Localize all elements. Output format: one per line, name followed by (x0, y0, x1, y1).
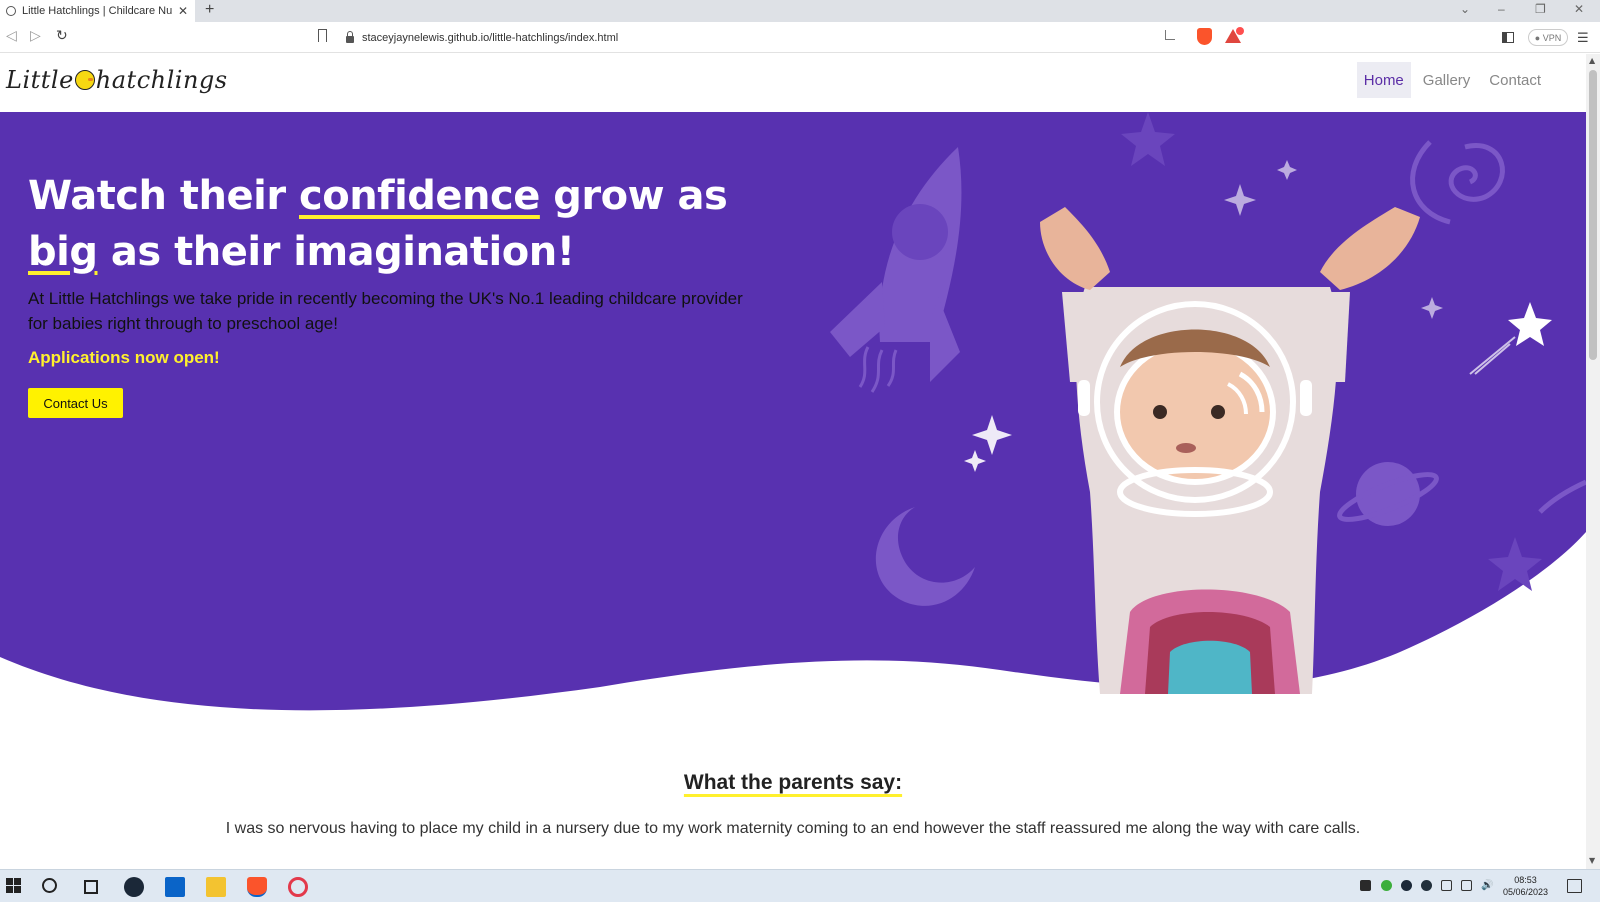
nav-home[interactable]: Home (1356, 62, 1411, 98)
comet-trail-icon (1538, 479, 1586, 514)
url-text[interactable]: staceyjaynelewis.github.io/little-hatchl… (362, 32, 618, 44)
scroll-down-icon[interactable]: ▼ (1589, 856, 1595, 865)
shooting-star-icon (1469, 302, 1552, 375)
minimize-button[interactable]: – (1498, 2, 1505, 16)
app-tray-icon[interactable] (1421, 880, 1432, 891)
scroll-up-icon[interactable]: ▲ (1589, 56, 1595, 65)
reload-icon[interactable]: ↻ (56, 28, 68, 44)
globe-icon (6, 6, 16, 16)
brave-shields-icon[interactable] (1197, 28, 1212, 45)
sparkle-icon (1277, 160, 1297, 180)
share-icon[interactable] (1165, 30, 1175, 40)
lock-icon[interactable] (346, 31, 354, 43)
xbox-tray-icon[interactable] (1381, 880, 1392, 891)
testimonials-title-text: What the parents say: (683, 771, 903, 794)
faded-star-icon (1121, 112, 1175, 166)
notifications-icon[interactable] (1567, 879, 1582, 893)
hero-heading: Watch their confidence grow as big as th… (28, 168, 768, 280)
hero-description: At Little Hatchlings we take pride in re… (28, 289, 743, 333)
new-tab-button[interactable]: + (205, 1, 214, 19)
heading-highlight-big: big (28, 229, 98, 275)
logo-text-right: hatchlings (95, 66, 228, 94)
scrollbar-thumb[interactable] (1589, 70, 1597, 360)
planet-icon (1337, 462, 1439, 526)
applications-notice: Applications now open! (28, 348, 220, 367)
heading-highlight-confidence: confidence (299, 173, 540, 219)
sparkle-icon (1224, 184, 1256, 216)
nav-contact[interactable]: Contact (1482, 62, 1548, 98)
network-tray-icon[interactable] (1461, 880, 1472, 891)
brave-browser-icon[interactable] (247, 877, 267, 897)
notification-badge (1236, 27, 1244, 35)
steam-icon[interactable] (124, 877, 144, 897)
page-scrollbar[interactable]: ▲ ▼ (1586, 54, 1600, 869)
page-viewport: Little hatchlings Home Gallery Contact W… (0, 54, 1586, 869)
heading-text: Watch their (28, 173, 300, 219)
swirl-arc-icon (1410, 140, 1451, 225)
logo-text-left: Little (6, 66, 74, 94)
testimonials-title: What the parents say: (0, 771, 1586, 795)
windows-start-icon[interactable] (6, 877, 26, 897)
search-icon[interactable] (42, 878, 57, 893)
moon-icon (875, 507, 975, 606)
windows-taskbar: 🔊 08:53 05/06/2023 (0, 869, 1600, 902)
testimonial-quote: I was so nervous having to place my chil… (225, 820, 1361, 837)
restore-button[interactable]: ❐ (1535, 2, 1546, 16)
testimonials-section: What the parents say: I was so nervous h… (0, 722, 1586, 869)
close-window-button[interactable]: ✕ (1574, 2, 1584, 16)
forward-icon[interactable]: ▷ (30, 28, 41, 44)
opera-icon[interactable] (288, 877, 308, 897)
task-view-icon[interactable] (84, 880, 98, 894)
clock[interactable]: 08:53 05/06/2023 (1503, 874, 1548, 898)
menu-icon[interactable]: ☰ (1577, 31, 1589, 46)
site-logo[interactable]: Little hatchlings (6, 66, 228, 94)
tab-close-icon[interactable]: ✕ (178, 4, 188, 18)
security-tray-icon[interactable] (1441, 880, 1452, 891)
tab-title: Little Hatchlings | Childcare Nurse (22, 5, 172, 17)
browser-tab-bar: Little Hatchlings | Childcare Nurse ✕ + … (0, 0, 1600, 22)
sparkle-icon (964, 450, 986, 472)
nav-gallery[interactable]: Gallery (1416, 62, 1478, 98)
site-header: Little hatchlings Home Gallery Contact (0, 54, 1586, 112)
bookmark-icon[interactable] (318, 29, 327, 42)
vpn-button[interactable]: ● VPN (1528, 29, 1568, 46)
sparkle-icon (1421, 297, 1443, 319)
contact-us-button[interactable]: Contact Us (28, 388, 123, 418)
volume-icon[interactable]: 🔊 (1481, 880, 1493, 891)
tab-search-icon[interactable]: ⌄ (1460, 2, 1470, 16)
child-astronaut-image (1040, 207, 1420, 694)
nvidia-tray-icon[interactable] (1360, 880, 1371, 891)
back-icon[interactable]: ◁ (6, 28, 17, 44)
sparkle-icon (972, 415, 1012, 455)
browser-toolbar: ◁ ▷ ↻ staceyjaynelewis.github.io/little-… (0, 22, 1600, 53)
sidebar-toggle-icon[interactable] (1502, 32, 1514, 43)
address-bar[interactable]: staceyjaynelewis.github.io/little-hatchl… (340, 27, 1246, 48)
heading-text: grow as (539, 173, 728, 219)
steam-tray-icon[interactable] (1401, 880, 1412, 891)
swirl-icon (1448, 143, 1505, 202)
hero-section: Watch their confidence grow as big as th… (0, 112, 1586, 722)
main-nav: Home Gallery Contact (1352, 62, 1548, 98)
mail-icon[interactable] (165, 877, 185, 897)
chick-icon (74, 70, 95, 90)
rocket-icon (830, 147, 962, 393)
heading-text: as their imagination! (97, 229, 575, 275)
browser-tab[interactable]: Little Hatchlings | Childcare Nurse ✕ (0, 0, 195, 22)
hero-wave (0, 532, 1586, 722)
clock-time: 08:53 (1514, 875, 1537, 885)
clock-date: 05/06/2023 (1503, 887, 1549, 897)
file-explorer-icon[interactable] (206, 877, 226, 897)
